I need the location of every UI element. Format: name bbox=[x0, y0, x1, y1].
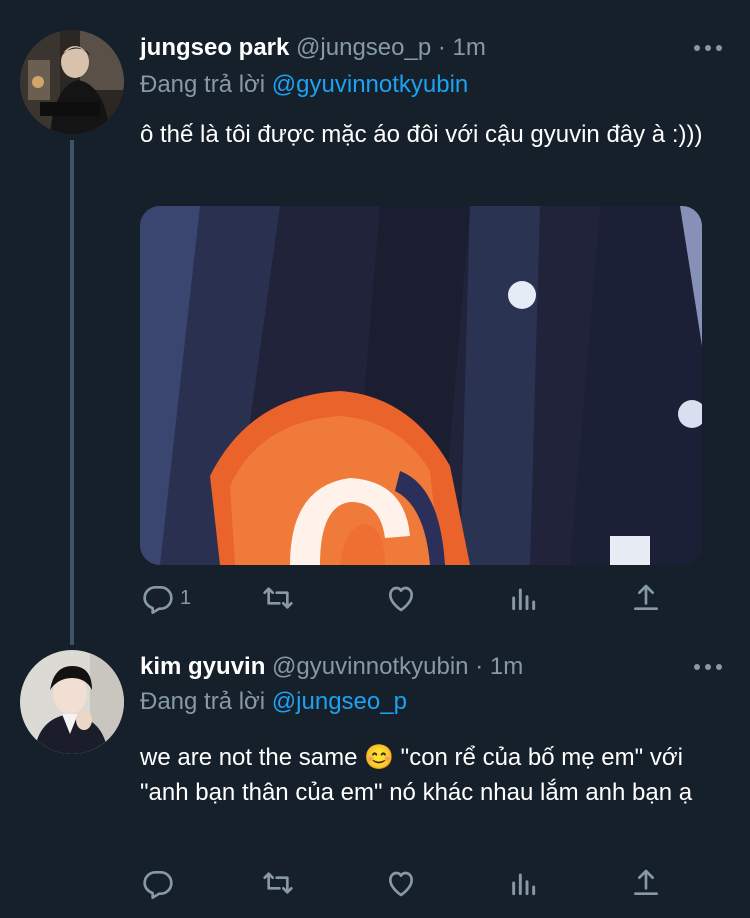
retweet-icon bbox=[263, 872, 293, 894]
tweet-header: jungseo park @jungseo_p · 1m bbox=[140, 33, 486, 63]
share-icon bbox=[634, 869, 658, 895]
share-button[interactable] bbox=[630, 582, 662, 614]
reply-button[interactable]: 1 bbox=[142, 582, 191, 614]
tweet-actions: 1 bbox=[140, 582, 670, 618]
retweet-icon bbox=[263, 587, 293, 609]
retweet-button[interactable] bbox=[262, 867, 294, 899]
like-icon bbox=[389, 871, 413, 897]
replying-mention-link[interactable]: @jungseo_p bbox=[272, 688, 407, 715]
avatar-jungseo-park[interactable] bbox=[20, 30, 124, 134]
retweet-button[interactable] bbox=[262, 582, 294, 614]
tweet-text: ô thế là tôi được mặc áo đôi với cậu gyu… bbox=[140, 121, 703, 148]
more-options-icon[interactable] bbox=[694, 43, 722, 53]
tweet-kim-gyuvin[interactable]: kim gyuvin @gyuvinnotkyubin · 1m Đang tr… bbox=[0, 640, 750, 918]
more-options-icon[interactable] bbox=[694, 662, 722, 672]
analytics-button[interactable] bbox=[507, 867, 539, 899]
share-button[interactable] bbox=[630, 867, 662, 899]
user-handle[interactable]: @gyuvinnotkyubin bbox=[272, 653, 468, 680]
analytics-button[interactable] bbox=[507, 582, 539, 614]
reply-icon bbox=[143, 586, 173, 614]
tweet-header: kim gyuvin @gyuvinnotkyubin · 1m bbox=[140, 652, 523, 682]
replying-to: Đang trả lời @gyuvinnotkyubin bbox=[140, 70, 468, 100]
reply-count: 1 bbox=[180, 586, 192, 609]
display-name[interactable]: jungseo park bbox=[140, 34, 289, 61]
user-handle[interactable]: @jungseo_p bbox=[296, 34, 431, 61]
like-button[interactable] bbox=[385, 582, 417, 614]
tweet-actions bbox=[140, 867, 670, 903]
reply-button[interactable] bbox=[142, 867, 180, 899]
tweet-text: we are not the same 😊 "con rể của bố mẹ … bbox=[140, 744, 693, 806]
like-icon bbox=[389, 586, 413, 612]
reply-icon bbox=[143, 871, 173, 899]
like-button[interactable] bbox=[385, 867, 417, 899]
separator-dot: · bbox=[475, 653, 484, 680]
timestamp[interactable]: 1m bbox=[490, 653, 523, 680]
replying-prefix: Đang trả lời bbox=[140, 688, 266, 715]
analytics-icon bbox=[512, 588, 536, 611]
analytics-icon bbox=[512, 873, 536, 896]
display-name[interactable]: kim gyuvin bbox=[140, 653, 265, 680]
replying-to: Đang trả lời @jungseo_p bbox=[140, 687, 407, 717]
tweet-jungseo-park[interactable]: jungseo park @jungseo_p · 1m Đang trả lờ… bbox=[0, 0, 750, 640]
separator-dot: · bbox=[437, 34, 446, 61]
tweet-media-image[interactable] bbox=[140, 206, 702, 565]
timestamp[interactable]: 1m bbox=[453, 34, 486, 61]
replying-prefix: Đang trả lời bbox=[140, 71, 266, 98]
replying-mention-link[interactable]: @gyuvinnotkyubin bbox=[272, 71, 468, 98]
share-icon bbox=[634, 584, 658, 610]
avatar-kim-gyuvin[interactable] bbox=[20, 650, 124, 754]
